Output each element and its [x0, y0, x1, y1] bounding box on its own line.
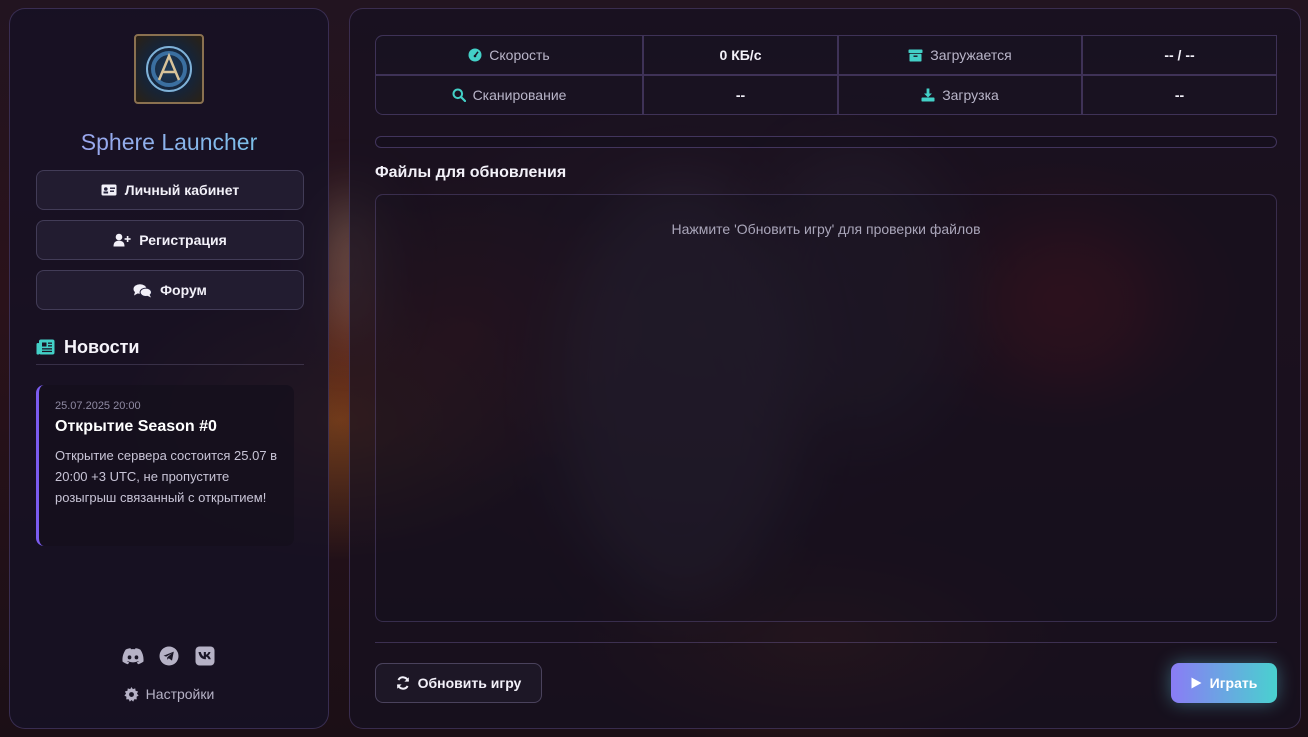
account-button[interactable]: Личный кабинет [36, 170, 304, 210]
news-date: 25.07.2025 20:00 [55, 400, 141, 412]
vk-icon[interactable] [194, 645, 216, 667]
download-value: -- [1082, 75, 1277, 115]
app-logo [134, 34, 204, 104]
files-empty-message: Нажмите 'Обновить игру' для проверки фай… [671, 221, 981, 237]
speed-label: Скорость [489, 47, 550, 63]
files-list[interactable]: Нажмите 'Обновить игру' для проверки фай… [375, 194, 1277, 622]
search-icon [452, 88, 466, 102]
loading-label-cell: Загружается [838, 35, 1082, 75]
id-card-icon [101, 184, 117, 196]
forum-button[interactable]: Форум [36, 270, 304, 310]
news-heading: Новости [36, 330, 304, 365]
speed-label-cell: Скорость [375, 35, 643, 75]
speedometer-icon [468, 48, 482, 62]
telegram-icon[interactable] [158, 645, 180, 667]
scan-label: Сканирование [472, 87, 567, 103]
register-button[interactable]: Регистрация [36, 220, 304, 260]
sidebar: Sphere Launcher Личный кабинет Регистрац… [9, 8, 329, 729]
register-button-label: Регистрация [139, 232, 227, 248]
user-plus-icon [113, 233, 131, 247]
discord-icon[interactable] [122, 645, 144, 667]
download-label: Загрузка [942, 87, 999, 103]
scan-label-cell: Сканирование [375, 75, 643, 115]
update-game-button[interactable]: Обновить игру [375, 663, 542, 703]
divider [375, 642, 1277, 643]
scan-value: -- [643, 75, 838, 115]
play-label: Играть [1209, 675, 1258, 691]
stats-grid: Скорость 0 КБ/с Загружается -- / -- Скан… [375, 35, 1277, 115]
settings-label: Настройки [145, 686, 215, 702]
gear-icon [124, 686, 139, 702]
news-heading-label: Новости [64, 336, 140, 357]
newspaper-icon [36, 339, 55, 355]
forum-button-label: Форум [160, 282, 207, 298]
news-text: Открытие сервера состоится 25.07 в 20:00… [55, 448, 278, 505]
update-game-label: Обновить игру [417, 675, 522, 691]
refresh-icon [396, 676, 410, 690]
comments-icon [133, 283, 153, 298]
social-links [10, 645, 328, 667]
download-icon [921, 88, 935, 102]
settings-link[interactable]: Настройки [10, 686, 328, 702]
play-icon [1191, 677, 1202, 689]
loading-label: Загружается [930, 47, 1012, 63]
play-button[interactable]: Играть [1171, 663, 1277, 703]
progress-bar [375, 136, 1277, 148]
news-item[interactable]: 25.07.2025 20:00 Открытие Season #0 Откр… [36, 385, 294, 546]
files-title: Файлы для обновления [375, 164, 567, 181]
news-title: Открытие Season #0 [55, 418, 217, 435]
main-panel: Скорость 0 КБ/с Загружается -- / -- Скан… [349, 8, 1301, 729]
speed-value: 0 КБ/с [643, 35, 838, 75]
app-title: Sphere Launcher [10, 129, 328, 156]
loading-value: -- / -- [1082, 35, 1277, 75]
download-label-cell: Загрузка [838, 75, 1082, 115]
archive-icon [908, 49, 923, 62]
account-button-label: Личный кабинет [124, 182, 240, 198]
